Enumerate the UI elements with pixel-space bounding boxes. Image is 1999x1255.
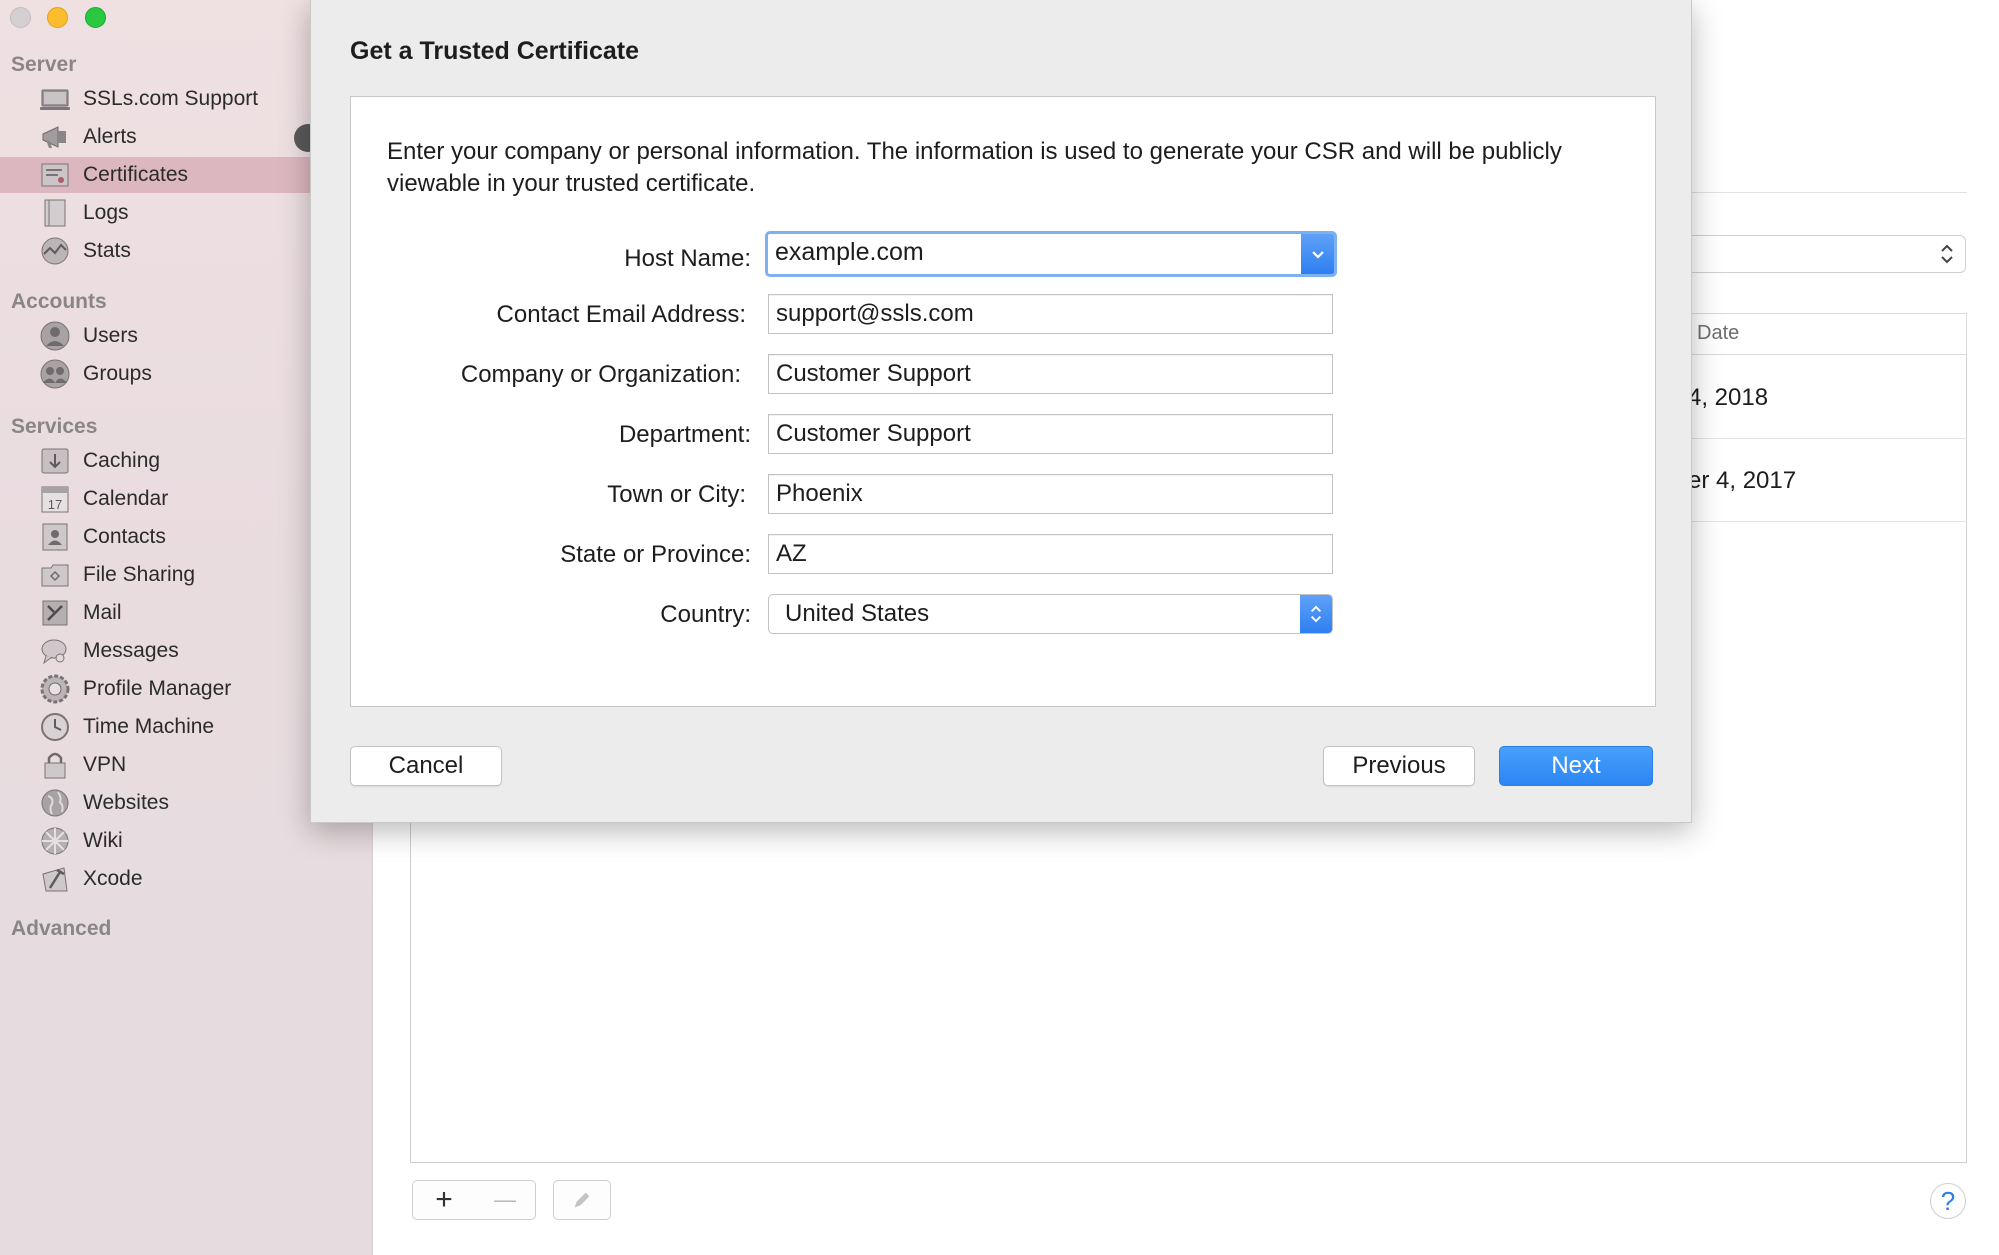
row-separator <box>1692 438 1967 439</box>
calendar-day-number: 17 <box>47 497 61 512</box>
section-header-server: Server <box>11 53 77 76</box>
table-row-date[interactable]: 4, 2018 <box>1688 384 1768 412</box>
lock-icon <box>38 750 71 780</box>
company-field[interactable]: Customer Support <box>768 354 1333 394</box>
header-separator <box>1692 192 1967 193</box>
window-close-button[interactable] <box>10 7 31 28</box>
sidebar-item-label: Wiki <box>83 829 123 852</box>
trusted-certificate-dialog: Get a Trusted Certificate Enter your com… <box>310 0 1692 823</box>
certificate-filter-popup[interactable] <box>1692 235 1966 273</box>
dialog-title: Get a Trusted Certificate <box>350 37 639 65</box>
calendar-icon: 17 <box>38 484 71 514</box>
sidebar-item-label: Calendar <box>83 487 169 510</box>
next-button[interactable]: Next <box>1499 746 1653 786</box>
window-zoom-button[interactable] <box>85 7 106 28</box>
sidebar-item-label: Caching <box>83 449 161 472</box>
updown-arrows-icon <box>1941 244 1953 264</box>
sidebar-item-label: File Sharing <box>83 563 196 586</box>
country-label: Country: <box>660 601 751 628</box>
email-label: Contact Email Address: <box>496 301 746 328</box>
sidebar-item-label: Profile Manager <box>83 677 232 700</box>
chevron-down-icon <box>1311 251 1324 259</box>
sidebar-item-label: Certificates <box>83 163 189 186</box>
sidebar-item-label: Time Machine <box>83 715 215 738</box>
host-name-label: Host Name: <box>624 245 751 272</box>
country-select[interactable]: United States <box>768 594 1333 634</box>
globe-icon <box>38 788 71 818</box>
sidebar-item-label: Xcode <box>83 867 143 890</box>
section-header-accounts: Accounts <box>11 290 107 313</box>
group-icon <box>38 359 71 389</box>
user-icon <box>38 321 71 351</box>
sidebar-item-label: Mail <box>83 601 122 624</box>
city-field[interactable]: Phoenix <box>768 474 1333 514</box>
remove-button[interactable]: — <box>475 1180 536 1220</box>
city-label: Town or City: <box>607 481 746 508</box>
sidebar-item-label: Websites <box>83 791 169 814</box>
messages-icon <box>38 636 71 666</box>
sidebar-item-xcode[interactable]: Xcode <box>0 861 373 897</box>
email-field[interactable]: support@ssls.com <box>768 294 1333 334</box>
sidebar-item-label: VPN <box>83 753 127 776</box>
hammer-icon <box>38 864 71 894</box>
document-icon <box>38 198 71 228</box>
gear-icon <box>38 674 71 704</box>
dialog-instructions: Enter your company or personal informati… <box>387 138 1562 197</box>
stats-icon <box>38 236 71 266</box>
country-value: United States <box>785 600 930 627</box>
state-field[interactable]: AZ <box>768 534 1333 574</box>
country-stepper[interactable] <box>1300 595 1332 633</box>
column-header-date[interactable]: Date <box>1697 322 1739 345</box>
minus-icon: — <box>494 1187 516 1212</box>
previous-button[interactable]: Previous <box>1323 746 1475 786</box>
certificate-icon <box>38 160 71 190</box>
help-button[interactable]: ? <box>1930 1183 1966 1219</box>
add-button[interactable]: + <box>412 1180 476 1220</box>
download-icon <box>38 446 71 476</box>
wiki-icon <box>38 826 71 856</box>
state-label: State or Province: <box>560 541 751 568</box>
host-name-dropdown-button[interactable] <box>1301 234 1334 274</box>
host-name-combobox[interactable]: example.com <box>765 231 1337 277</box>
cancel-button[interactable]: Cancel <box>350 746 502 786</box>
pencil-icon <box>574 1192 590 1208</box>
contacts-icon <box>38 522 71 552</box>
sidebar-item-label: Stats <box>83 239 131 262</box>
mail-icon <box>38 598 71 628</box>
updown-arrows-icon <box>1310 605 1322 623</box>
host-name-value[interactable]: example.com <box>775 238 924 267</box>
section-header-services: Services <box>11 415 98 438</box>
row-separator <box>1692 521 1967 522</box>
computer-icon <box>38 84 71 114</box>
sidebar-item-label: Alerts <box>83 125 137 148</box>
edit-button[interactable] <box>553 1180 611 1220</box>
window-minimize-button[interactable] <box>47 7 68 28</box>
sidebar-item-label: Messages <box>83 639 179 662</box>
sidebar-item-label: Logs <box>83 201 129 224</box>
sidebar-item-label: SSLs.com Support <box>83 87 259 110</box>
clock-icon <box>38 712 71 742</box>
section-header-advanced[interactable]: Advanced <box>11 917 111 941</box>
sidebar-item-label: Groups <box>83 362 152 385</box>
sidebar-item-label: Users <box>83 324 138 347</box>
sidebar-item-label: Contacts <box>83 525 166 548</box>
megaphone-icon <box>38 122 71 152</box>
department-field[interactable]: Customer Support <box>768 414 1333 454</box>
sidebar-item-wiki[interactable]: Wiki <box>0 823 373 859</box>
department-label: Department: <box>618 421 751 448</box>
folder-icon <box>38 560 71 590</box>
table-row-date[interactable]: er 4, 2017 <box>1688 467 1796 495</box>
plus-icon: + <box>435 1183 453 1216</box>
company-label: Company or Organization: <box>460 361 741 388</box>
